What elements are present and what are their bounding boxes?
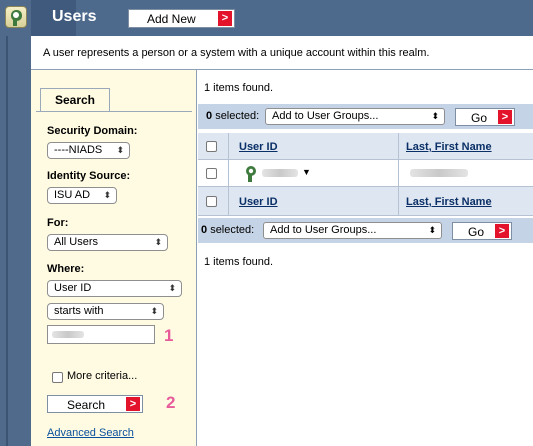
page-title: Users (52, 8, 97, 25)
user-icon (246, 166, 256, 182)
redacted-name (410, 169, 468, 177)
column-last-first-name[interactable]: Last, First Name (406, 141, 492, 153)
row-menu-arrow-icon[interactable]: ▼ (302, 167, 311, 177)
red-right-arrow-icon: > (126, 397, 140, 411)
red-right-arrow-icon: > (218, 11, 232, 26)
search-button-label: Search (67, 398, 106, 412)
page-header (31, 0, 533, 36)
selected-label: selected: (215, 110, 260, 122)
tab-search[interactable]: Search (40, 88, 110, 112)
callout-number: 1 (164, 326, 174, 345)
search-button[interactable]: Search > (47, 395, 143, 413)
tab-divider (36, 111, 192, 112)
go-button-top[interactable]: Go > (455, 108, 515, 126)
where-field-value: User ID (54, 282, 92, 294)
security-domain-value: ----NIADS (54, 144, 103, 156)
identity-source-select[interactable]: ISU AD ⬍ (47, 187, 117, 204)
select-arrows-icon: ⬍ (150, 306, 158, 316)
column-last-first-name-footer[interactable]: Last, First Name (406, 196, 492, 208)
results-count-top: 1 items found. (204, 82, 274, 94)
go-button-bottom[interactable]: Go > (452, 222, 512, 240)
selected-count-label: 0 selected: (206, 110, 259, 122)
selected-count: 0 (201, 224, 208, 236)
action-select-bottom[interactable]: Add to User Groups... ⬍ (263, 222, 442, 239)
select-arrows-icon: ⬍ (154, 237, 162, 247)
table-footer-row: User ID Last, First Name (198, 187, 533, 216)
column-user-id[interactable]: User ID (239, 141, 278, 153)
redacted-user-id (262, 169, 298, 177)
security-domain-label: Security Domain: (47, 125, 138, 137)
description-bar: A user represents a person or a system w… (31, 36, 533, 70)
column-user-id-footer[interactable]: User ID (239, 196, 278, 208)
select-arrows-icon: ⬍ (116, 145, 124, 155)
select-arrows-icon: ⬍ (431, 111, 439, 121)
advanced-search-link[interactable]: Advanced Search (47, 427, 134, 439)
where-operator-select[interactable]: starts with ⬍ (47, 303, 164, 320)
where-field-select[interactable]: User ID ⬍ (47, 280, 182, 297)
action-bar-top: 0 selected: Add to User Groups... ⬍ Go > (198, 104, 533, 129)
table-header-row: User ID Last, First Name (198, 133, 533, 160)
row-checkbox[interactable] (206, 168, 217, 179)
where-operator-value: starts with (54, 305, 104, 317)
selected-count: 0 (206, 110, 213, 122)
rail-divider (6, 36, 8, 446)
identity-source-label: Identity Source: (47, 170, 131, 182)
results-count-bottom: 1 items found. (204, 256, 274, 268)
for-select[interactable]: All Users ⬍ (47, 234, 168, 251)
select-arrows-icon: ⬍ (428, 225, 436, 235)
left-rail (0, 0, 31, 446)
search-input[interactable] (47, 325, 155, 344)
go-label: Go (468, 225, 485, 239)
select-all-checkbox-footer[interactable] (206, 196, 217, 207)
description-text: A user represents a person or a system w… (43, 47, 430, 59)
table-row[interactable]: ▼ (198, 160, 533, 187)
add-new-label: Add New (147, 12, 196, 26)
select-arrows-icon: ⬍ (103, 190, 111, 200)
identity-source-value: ISU AD (54, 189, 91, 201)
where-label: Where: (47, 263, 85, 275)
action-select-value: Add to User Groups... (272, 110, 379, 122)
more-criteria-checkbox[interactable] (52, 372, 63, 383)
column-divider (398, 133, 399, 216)
more-criteria-label: More criteria... (67, 370, 138, 382)
select-arrows-icon: ⬍ (168, 283, 176, 293)
action-select-value: Add to User Groups... (270, 224, 377, 236)
user-group-icon (5, 6, 27, 28)
callout-number: 2 (166, 393, 176, 412)
go-label: Go (471, 111, 488, 125)
for-label: For: (47, 217, 69, 229)
redacted-text (52, 331, 84, 338)
action-bar-bottom: 0 selected: Add to User Groups... ⬍ Go > (198, 218, 533, 243)
column-divider (228, 133, 229, 216)
action-select-top[interactable]: Add to User Groups... ⬍ (265, 108, 445, 125)
for-value: All Users (54, 236, 99, 248)
users-table: User ID Last, First Name ▼ User ID Last,… (198, 133, 533, 216)
security-domain-select[interactable]: ----NIADS ⬍ (47, 142, 130, 159)
select-all-checkbox[interactable] (206, 141, 217, 152)
red-right-arrow-icon: > (498, 110, 512, 124)
add-new-button[interactable]: Add New > (128, 9, 235, 28)
red-right-arrow-icon: > (495, 224, 509, 238)
selected-label: selected: (210, 224, 255, 236)
selected-count-label: 0 selected: (201, 224, 254, 236)
